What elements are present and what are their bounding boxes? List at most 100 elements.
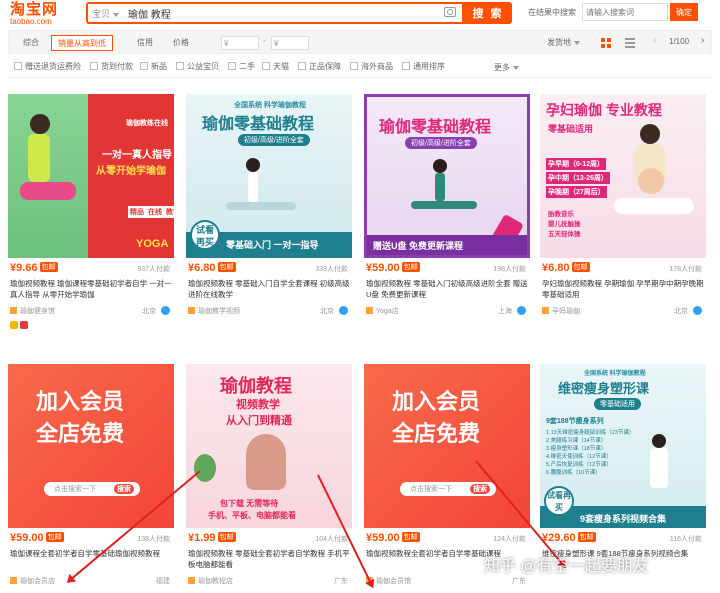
shop-row: 孕妈瑜伽 北京 — [542, 306, 704, 318]
free-shipping-badge: 包邮 — [39, 262, 58, 272]
filter-checkbox[interactable]: 货到付款 — [90, 62, 133, 72]
shop-name[interactable]: 瑜伽会员店 — [20, 578, 55, 585]
search-button[interactable]: 搜 索 — [464, 2, 512, 24]
image-search-go: 搜索 — [470, 484, 490, 494]
filter-checkbox[interactable]: 二手 — [228, 62, 255, 72]
image-headline: 全店免费 — [36, 421, 125, 446]
grid-view-icon[interactable] — [601, 38, 611, 48]
filter-checkbox[interactable]: 正品保障 — [298, 62, 341, 72]
image-intro: 9套188节瘦身系列 — [546, 418, 604, 425]
product-title[interactable]: 孕妇瑜伽视频教程 孕期瑜伽 孕早期孕中期孕晚期 零基础适用 — [542, 278, 704, 300]
product-card[interactable]: 瑜伽教练在线 一对一真人指导 从零开始学瑜伽 精品 在线 教学 YOGA ¥9.… — [8, 94, 174, 344]
filter-checkbox[interactable]: 通用排序 — [402, 62, 445, 72]
price: ¥29.60 — [542, 532, 576, 544]
price: ¥59.00 — [366, 262, 400, 274]
product-title[interactable]: 瑜伽视频教程 瑜伽课程零基础初学者自学 一对一真人指导 从零开始学瑜伽 — [10, 278, 172, 300]
shop-icon — [542, 307, 549, 314]
taobao-logo[interactable]: 淘宝网 taobao.com — [10, 2, 80, 26]
course-list-item: 6.腰腹训练（10节课） — [546, 470, 601, 476]
product-title[interactable]: 瑜伽课程全套初学者自学零基础瑜伽视频教程 — [10, 548, 172, 570]
shop-row: 瑜伽健身馆 北京 — [10, 306, 172, 318]
shop-name[interactable]: 孕妈瑜伽 — [552, 308, 580, 315]
list-view-icon[interactable] — [625, 38, 635, 48]
prev-page-button[interactable]: ‹ — [653, 35, 656, 46]
product-card[interactable]: 全国系统 科学瑜伽教程 瑜伽零基础教程 初级/高级/进阶全套 试看再买 零基础入… — [186, 94, 352, 344]
sales-count: 178人付款 — [669, 266, 702, 273]
product-image[interactable]: 全国系统 科学瑜伽教程 瑜伽零基础教程 初级/高级/进阶全套 试看再买 零基础入… — [186, 94, 352, 258]
sales-count: 116人付款 — [669, 536, 702, 543]
chat-icon[interactable] — [161, 306, 170, 315]
image-top-text: 全国系统 科学瑜伽教程 — [584, 371, 646, 377]
product-card[interactable]: 孕妇瑜伽 专业教程 零基础适用 孕早期（0-12周） 孕中期（13-26周） 孕… — [540, 94, 706, 344]
sort-tab-sales[interactable]: 销量从高到低 — [51, 35, 113, 51]
price: ¥9.66 — [10, 262, 38, 274]
shop-name[interactable]: 瑜伽健身馆 — [20, 308, 55, 315]
location: 北京 — [674, 308, 688, 315]
search-input[interactable] — [128, 6, 428, 21]
shop-name[interactable]: Yoga店 — [376, 308, 399, 315]
product-title[interactable]: 瑜伽视频教程 零基础入门自学全套课程 初级高级进阶在线教学 — [188, 278, 350, 300]
chat-icon[interactable] — [517, 306, 526, 315]
product-image[interactable]: 瑜伽零基础教程 初级/高级/进阶全套 赠送U盘 免费更新课程 — [364, 94, 530, 258]
next-page-button[interactable]: › — [701, 35, 704, 46]
filter-checkbox[interactable]: 新品 — [140, 62, 167, 72]
product-card[interactable]: 加入会员 全店免费 点击搜索一下 搜索 ¥59.00 包邮 138人付款 瑜伽课程… — [8, 364, 174, 593]
product-card[interactable]: 瑜伽零基础教程 初级/高级/进阶全套 赠送U盘 免费更新课程 ¥59.00 包邮 … — [364, 94, 530, 344]
price: ¥6.80 — [542, 262, 570, 274]
filter-checkbox[interactable]: 赠送退货运费险 — [14, 62, 81, 72]
more-filters-dropdown[interactable]: 更多 — [494, 62, 519, 73]
filter-checkbox[interactable]: 公益宝贝 — [176, 62, 219, 72]
sort-tab-default[interactable]: 综合 — [17, 35, 45, 51]
shop-name[interactable]: 瑜伽教学视频 — [198, 308, 240, 315]
image-tag: 精品 — [128, 206, 146, 218]
sort-tab-price[interactable]: 价格 — [167, 35, 195, 51]
location: 广东 — [512, 578, 526, 585]
search-box: 宝贝 — [86, 2, 464, 24]
shop-row: 瑜伽教学视频 北京 — [188, 306, 350, 318]
free-shipping-badge: 包邮 — [217, 532, 236, 542]
search-scope-dropdown[interactable]: 宝贝 — [92, 7, 119, 20]
price-min-input[interactable] — [221, 36, 259, 50]
product-title[interactable]: 瑜伽视频教程 零基础入门初级高级进阶全套 赠送U盘 免费更新课程 — [366, 278, 528, 300]
product-image[interactable]: 加入会员 全店免费 点击搜索一下 搜索 — [364, 364, 530, 528]
in-results-search-input[interactable] — [582, 3, 668, 21]
product-image[interactable]: 加入会员 全店免费 点击搜索一下 搜索 — [8, 364, 174, 528]
product-image[interactable]: 瑜伽教练在线 一对一真人指导 从零开始学瑜伽 精品 在线 教学 YOGA — [8, 94, 174, 258]
product-image[interactable]: 全国系统 科学瑜伽教程 维密瘦身塑形课 零基础适用 9套188节瘦身系列 1.1… — [540, 364, 706, 528]
free-shipping-badge: 包邮 — [45, 532, 64, 542]
chat-icon[interactable] — [693, 306, 702, 315]
filter-checkbox[interactable]: 海外商品 — [350, 62, 393, 72]
free-shipping-badge: 包邮 — [401, 262, 420, 272]
product-title[interactable]: 瑜伽视频教程 零基础全套初学者自学教程 手机平板电脑都能看 — [188, 548, 350, 570]
course-list-item: 1.13天维密瘦身腿部训练（23节课） — [546, 430, 635, 436]
in-results-search-button[interactable]: 确定 — [670, 3, 698, 21]
camera-icon[interactable] — [444, 7, 456, 17]
product-card[interactable]: 瑜伽教程 视频教学 从入门到精通 包下载 无需等待 手机、平板、电脑都能看 ¥1… — [186, 364, 352, 593]
sort-tab-credit[interactable]: 信用 — [131, 35, 159, 51]
image-headline: 瑜伽零基础教程 — [202, 116, 315, 133]
stage-label: 孕中期（13-26周） — [546, 172, 610, 184]
shop-name[interactable]: 瑜伽教程店 — [198, 578, 233, 585]
ship-from-dropdown[interactable]: 发货地 — [547, 37, 580, 48]
price-row: ¥1.99 包邮 104人付款 — [188, 532, 350, 546]
product-image[interactable]: 瑜伽教程 视频教学 从入门到精通 包下载 无需等待 手机、平板、电脑都能看 — [186, 364, 352, 528]
image-subtitle: 零基础适用 — [594, 398, 641, 410]
product-image[interactable]: 孕妇瑜伽 专业教程 零基础适用 孕早期（0-12周） 孕中期（13-26周） 孕… — [540, 94, 706, 258]
page-indicator: 1/100 — [669, 37, 690, 46]
price-row: ¥9.66 包邮 937人付款 — [10, 262, 172, 276]
price-max-input[interactable] — [271, 36, 309, 50]
filter-checkbox[interactable]: 天猫 — [262, 62, 289, 72]
extra-label: 五天轻体操 — [548, 231, 581, 238]
image-footer: 包下载 无需等待 — [220, 499, 279, 508]
chat-icon[interactable] — [339, 306, 348, 315]
shop-row: 瑜伽会员店 福建 — [10, 576, 172, 588]
image-subtitle: 从入门到精通 — [226, 415, 292, 427]
image-subtitle: 初级/高级/进阶全套 — [405, 137, 477, 149]
price-row: ¥29.60 包邮 116人付款 — [542, 532, 704, 546]
image-headline: 瑜伽教程 — [220, 376, 292, 396]
shop-name[interactable]: 瑜伽会员馆 — [376, 578, 411, 585]
image-headline: 加入会员 — [36, 389, 125, 414]
image-subtitle: 初级/高级/进阶全套 — [238, 134, 310, 146]
image-badge: 瑜伽教练在线 — [126, 120, 168, 127]
try-badge: 试看再买 — [544, 486, 574, 516]
